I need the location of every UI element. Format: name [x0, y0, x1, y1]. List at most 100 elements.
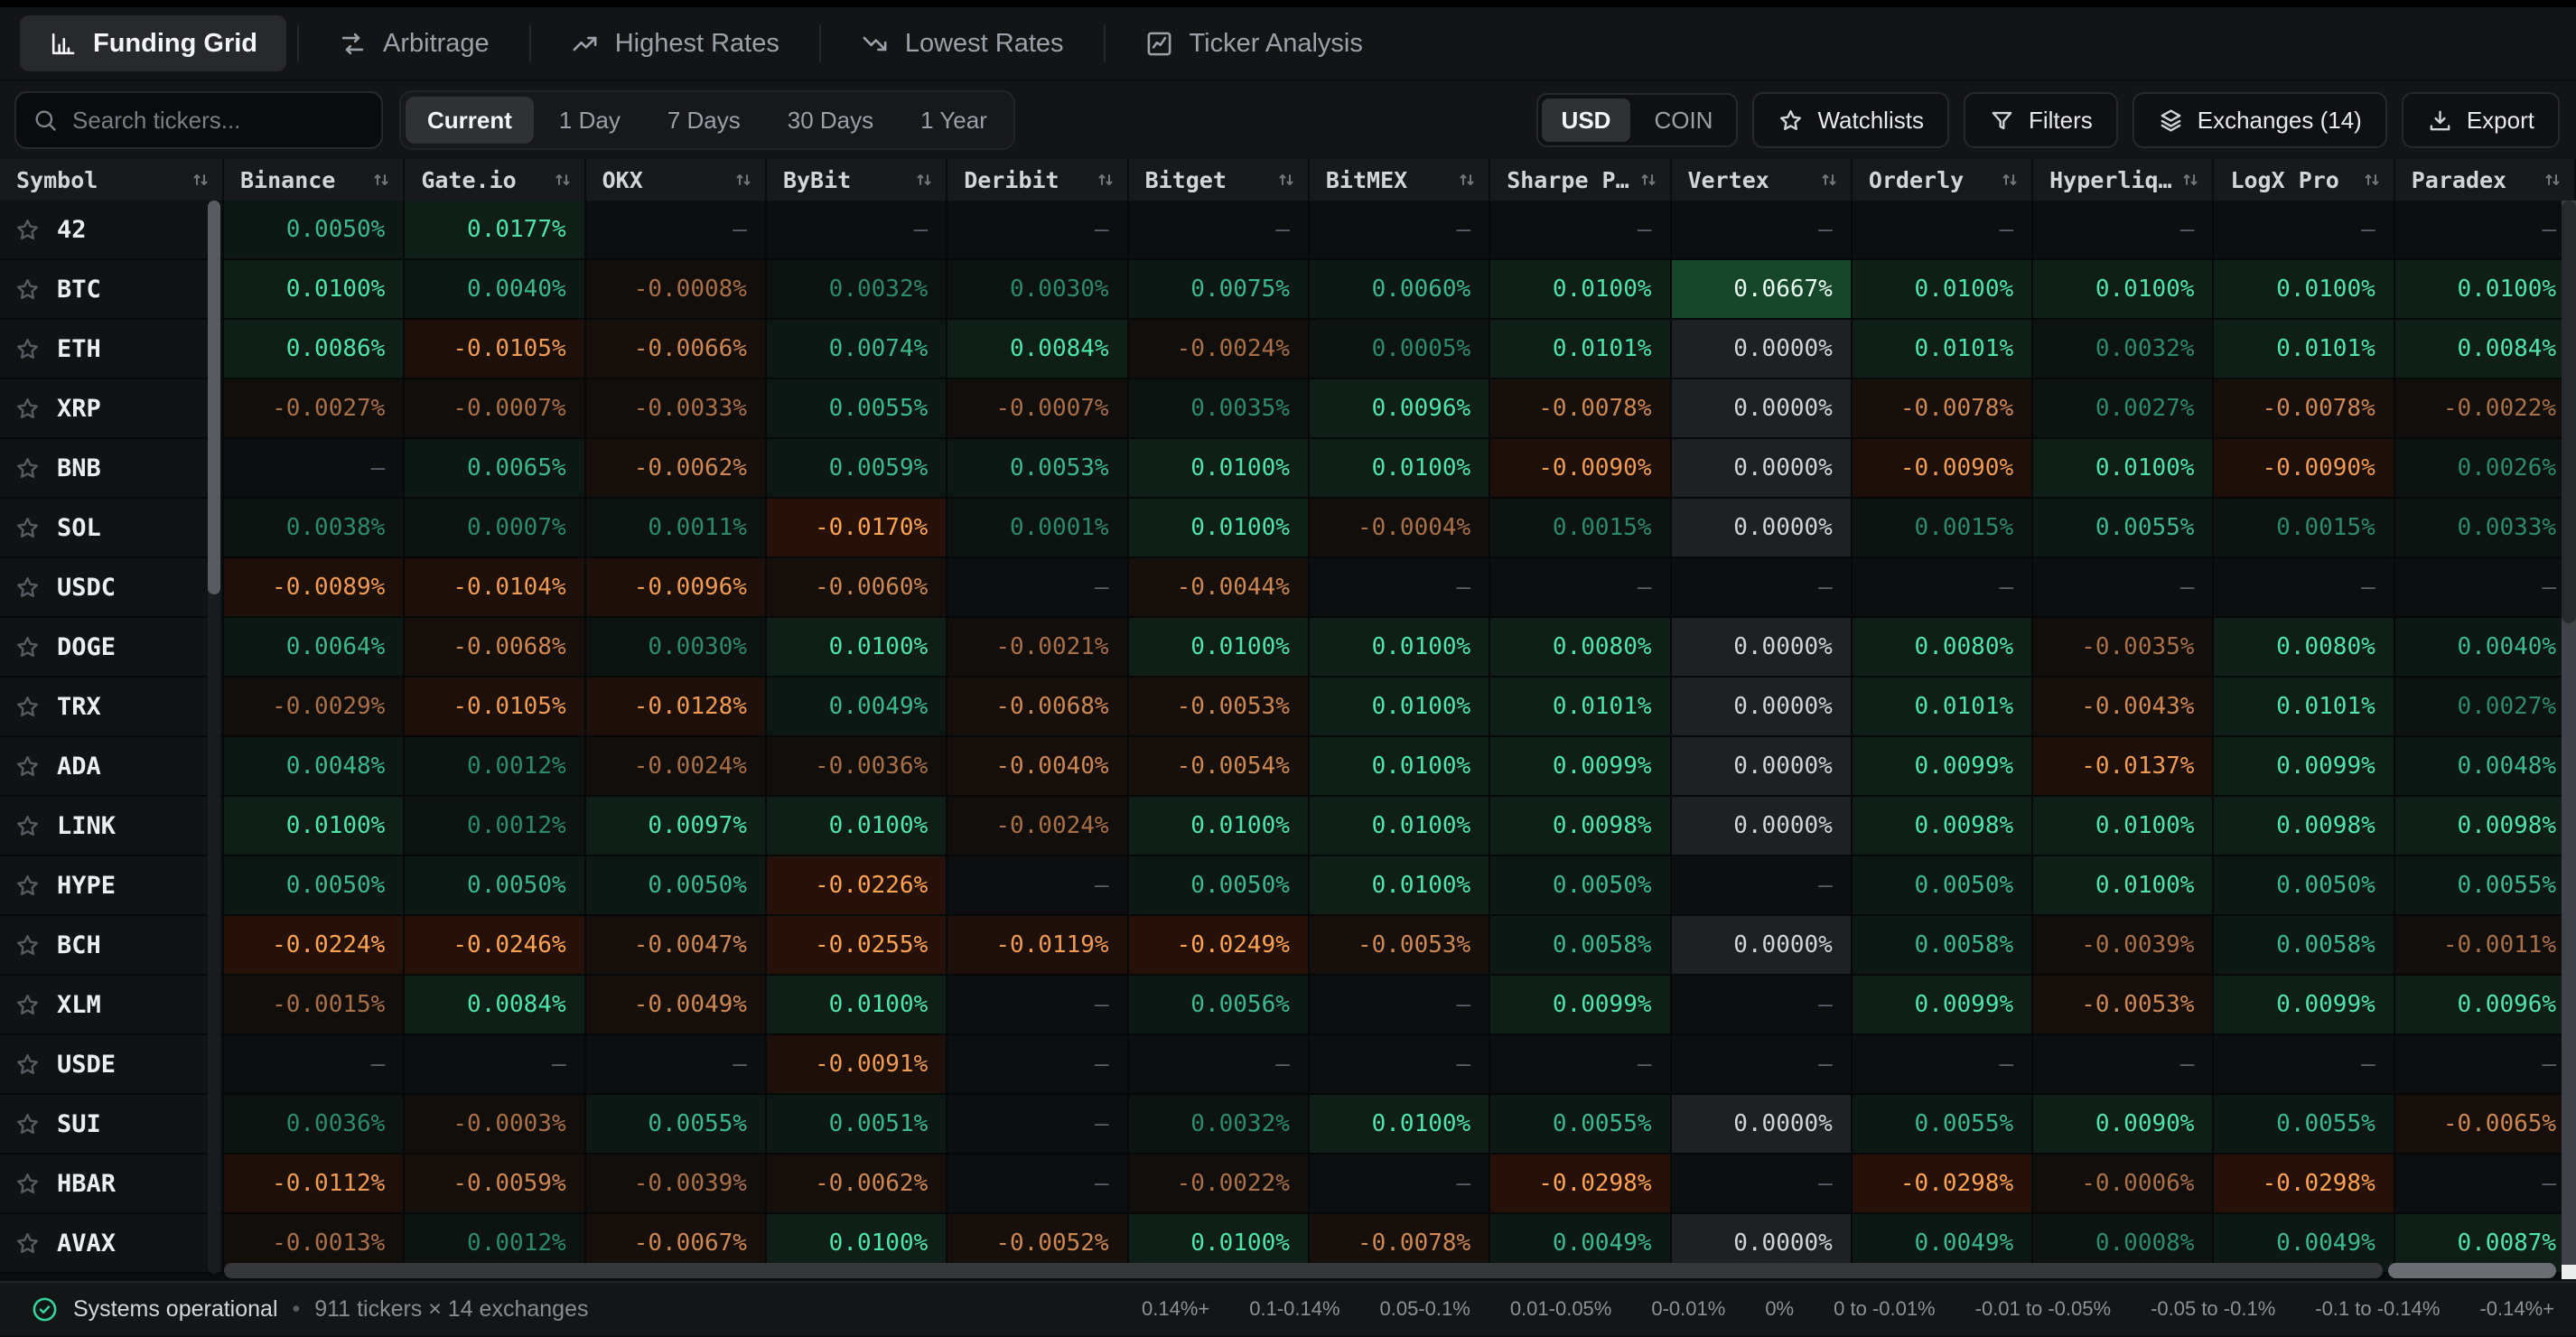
- column-header-vertex[interactable]: Vertex: [1672, 159, 1853, 201]
- currency-usd[interactable]: USD: [1542, 98, 1631, 142]
- rate-cell-sol-bitget: 0.0100%: [1129, 499, 1310, 558]
- star-icon[interactable]: [14, 1230, 41, 1257]
- rate-cell-sui-sharpe-p: 0.0055%: [1490, 1095, 1671, 1155]
- table-row-hbar[interactable]: HBAR -0.0112%-0.0059%-0.0039%-0.0062%–-0…: [0, 1155, 2576, 1214]
- rate-cell-hype-hyperliq: 0.0100%: [2033, 856, 2214, 916]
- rate-cell-trx-bitmex: 0.0100%: [1310, 678, 1490, 737]
- sort-icon: [2542, 169, 2563, 191]
- column-header-gate-io[interactable]: Gate.io: [405, 159, 585, 201]
- table-row-sui[interactable]: SUI 0.0036%-0.0003%0.0055%0.0051%–0.0032…: [0, 1095, 2576, 1155]
- table-row-ada[interactable]: ADA 0.0048%0.0012%-0.0024%-0.0036%-0.004…: [0, 737, 2576, 797]
- column-header-deribit[interactable]: Deribit: [947, 159, 1128, 201]
- column-header-okx[interactable]: OKX: [586, 159, 767, 201]
- table-row-trx[interactable]: TRX -0.0029%-0.0105%-0.0128%0.0049%-0.00…: [0, 678, 2576, 737]
- star-icon[interactable]: [14, 455, 41, 482]
- table-row-hype[interactable]: HYPE 0.0050%0.0050%0.0050%-0.0226%–0.005…: [0, 856, 2576, 916]
- rate-cell-xlm-vertex: –: [1672, 976, 1853, 1035]
- star-icon[interactable]: [14, 694, 41, 720]
- rate-cell-xlm-hyperliq: -0.0053%: [2033, 976, 2214, 1035]
- column-header-symbol[interactable]: Symbol: [0, 159, 224, 201]
- rate-cell-usde-bybit: -0.0091%: [767, 1035, 947, 1095]
- nav-tab-highest-rates[interactable]: Highest Rates: [542, 15, 808, 71]
- table-row-xrp[interactable]: XRP -0.0027%-0.0007%-0.0033%0.0055%-0.00…: [0, 379, 2576, 439]
- star-icon[interactable]: [14, 753, 41, 780]
- star-icon[interactable]: [14, 1171, 41, 1197]
- nav-tab-ticker-analysis[interactable]: Ticker Analysis: [1116, 15, 1392, 71]
- time-range-1-year[interactable]: 1 Year: [899, 97, 1009, 144]
- status-bar: Systems operational • 911 tickers × 14 e…: [0, 1281, 2576, 1335]
- watchlists-button[interactable]: Watchlists: [1752, 92, 1949, 148]
- table-row-xlm[interactable]: XLM -0.0015%0.0084%-0.0049%0.0100%–0.005…: [0, 976, 2576, 1035]
- table-row-bch[interactable]: BCH -0.0224%-0.0246%-0.0047%-0.0255%-0.0…: [0, 916, 2576, 976]
- table-row-eth[interactable]: ETH 0.0086%-0.0105%-0.0066%0.0074%0.0084…: [0, 320, 2576, 379]
- star-icon[interactable]: [14, 873, 41, 899]
- column-header-hyperliq[interactable]: Hyperliq…: [2033, 159, 2214, 201]
- column-header-bybit[interactable]: ByBit: [767, 159, 947, 201]
- column-header-sharpe-p[interactable]: Sharpe P…: [1490, 159, 1671, 201]
- table-row-usde[interactable]: USDE –––-0.0091%–––––––––: [0, 1035, 2576, 1095]
- currency-coin[interactable]: COIN: [1634, 98, 1732, 142]
- rate-cell-xlm-gate-io: 0.0084%: [405, 976, 585, 1035]
- star-icon[interactable]: [14, 1052, 41, 1078]
- rate-cell-link-bybit: 0.0100%: [767, 797, 947, 856]
- column-header-bitmex[interactable]: BitMEX: [1310, 159, 1490, 201]
- rate-cell-hype-paradex: 0.0055%: [2395, 856, 2576, 916]
- table-row-btc[interactable]: BTC 0.0100%0.0040%-0.0008%0.0032%0.0030%…: [0, 260, 2576, 320]
- nav-tab-arbitrage[interactable]: Arbitrage: [310, 15, 518, 71]
- rate-cell-link-sharpe-p: 0.0098%: [1490, 797, 1671, 856]
- star-icon[interactable]: [14, 515, 41, 541]
- star-icon[interactable]: [14, 575, 41, 601]
- horizontal-scrollbar-track[interactable]: [224, 1263, 2383, 1278]
- star-icon[interactable]: [14, 336, 41, 362]
- column-header-paradex[interactable]: Paradex: [2395, 159, 2576, 201]
- export-button[interactable]: Export: [2402, 92, 2560, 148]
- star-icon[interactable]: [14, 813, 41, 839]
- rate-cell-42-logx-pro: –: [2214, 201, 2394, 260]
- left-vertical-scrollbar[interactable]: [208, 201, 220, 1274]
- nav-tab-funding-grid[interactable]: Funding Grid: [20, 15, 286, 71]
- table-row-doge[interactable]: DOGE 0.0064%-0.0068%0.0030%0.0100%-0.002…: [0, 618, 2576, 678]
- star-icon[interactable]: [14, 992, 41, 1018]
- symbol-label: 42: [57, 216, 87, 244]
- horizontal-scrollbar-thumb[interactable]: [2388, 1263, 2556, 1278]
- sort-icon: [2179, 169, 2201, 191]
- filters-button[interactable]: Filters: [1964, 92, 2118, 148]
- left-vertical-scrollbar-thumb[interactable]: [208, 201, 220, 594]
- table-row-sol[interactable]: SOL 0.0038%0.0007%0.0011%-0.0170%0.0001%…: [0, 499, 2576, 558]
- star-icon: [1778, 108, 1804, 134]
- sort-icon: [370, 169, 392, 191]
- right-vertical-scrollbar[interactable]: [2562, 201, 2576, 1265]
- table-row-link[interactable]: LINK 0.0100%0.0012%0.0097%0.0100%-0.0024…: [0, 797, 2576, 856]
- time-range-7-days[interactable]: 7 Days: [646, 97, 762, 144]
- time-range-30-days[interactable]: 30 Days: [766, 97, 895, 144]
- rate-cell-xrp-paradex: -0.0022%: [2395, 379, 2576, 439]
- symbol-label: AVAX: [57, 1229, 116, 1258]
- nav-tab-lowest-rates[interactable]: Lowest Rates: [832, 15, 1093, 71]
- star-icon[interactable]: [14, 634, 41, 660]
- star-icon[interactable]: [14, 217, 41, 243]
- rate-cell-bch-gate-io: -0.0246%: [405, 916, 585, 976]
- toolbar-buttons: Watchlists Filters Exchanges (14) Export: [1752, 92, 2560, 148]
- column-header-binance[interactable]: Binance: [224, 159, 405, 201]
- column-header-bitget[interactable]: Bitget: [1129, 159, 1310, 201]
- column-header-orderly[interactable]: Orderly: [1853, 159, 2033, 201]
- search-icon: [33, 108, 58, 133]
- star-icon[interactable]: [14, 1111, 41, 1137]
- table-row-usdc[interactable]: USDC -0.0089%-0.0104%-0.0096%-0.0060%–-0…: [0, 558, 2576, 618]
- table-row-bnb[interactable]: BNB –0.0065%-0.0062%0.0059%0.0053%0.0100…: [0, 439, 2576, 499]
- column-header-logx-pro[interactable]: LogX Pro: [2214, 159, 2394, 201]
- star-icon[interactable]: [14, 396, 41, 422]
- rate-cell-42-bybit: –: [767, 201, 947, 260]
- time-range-1-day[interactable]: 1 Day: [537, 97, 642, 144]
- star-icon[interactable]: [14, 276, 41, 303]
- search-box[interactable]: [14, 91, 383, 149]
- table-row-42[interactable]: 42 0.0050%0.0177%–––––––––––: [0, 201, 2576, 260]
- exchanges-14-button[interactable]: Exchanges (14): [2133, 92, 2387, 148]
- time-range-current[interactable]: Current: [406, 97, 534, 144]
- star-icon[interactable]: [14, 932, 41, 958]
- search-input[interactable]: [70, 106, 365, 136]
- right-vertical-scrollbar-thumb[interactable]: [2562, 201, 2576, 623]
- symbol-label: SUI: [57, 1110, 101, 1138]
- rate-cell-hbar-hyperliq: -0.0006%: [2033, 1155, 2214, 1214]
- rate-cell-usdc-bitmex: –: [1310, 558, 1490, 618]
